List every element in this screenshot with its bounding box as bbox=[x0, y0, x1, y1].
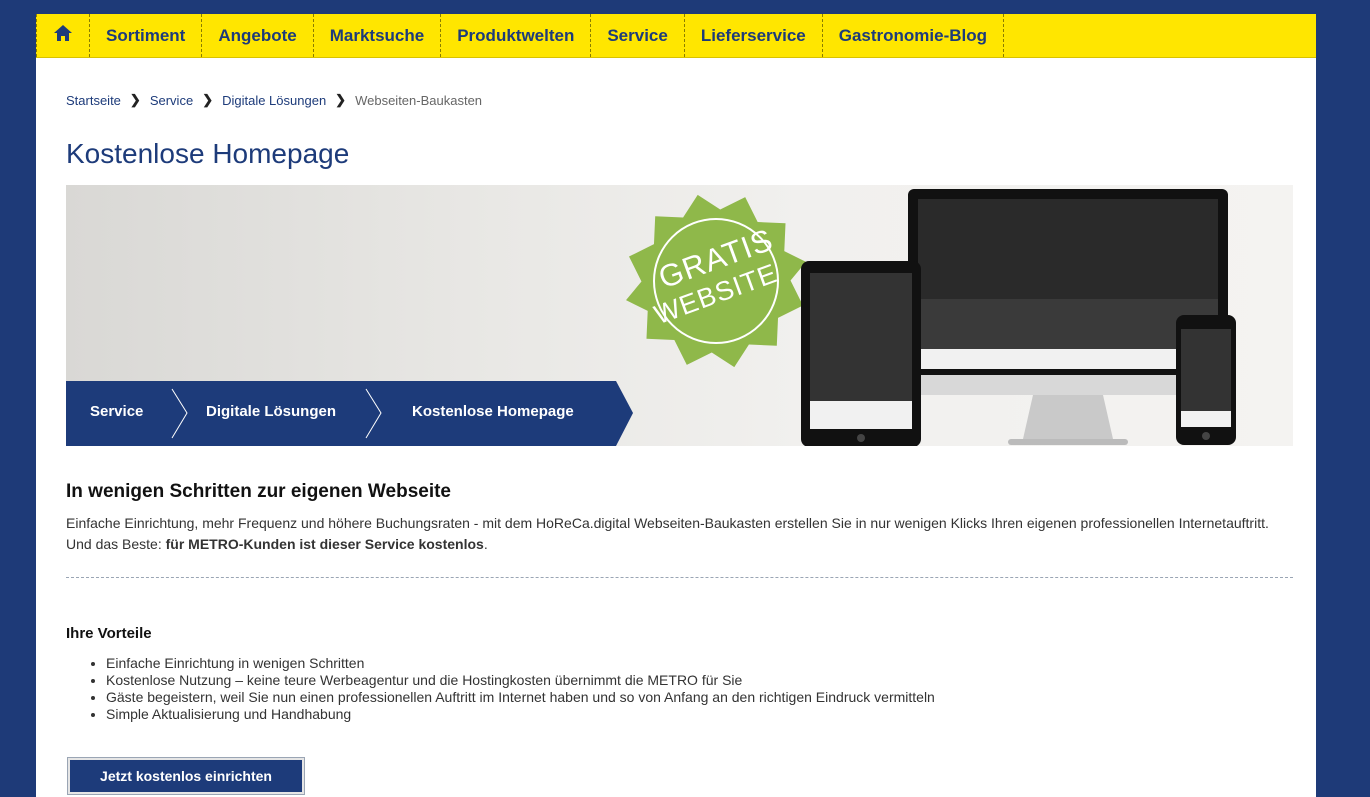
chevron-right-icon: ❯ bbox=[202, 92, 214, 107]
banner-breadcrumb: Service Digitale Lösungen Kostenlose Hom… bbox=[66, 381, 633, 446]
nav-item-sortiment[interactable]: Sortiment bbox=[90, 14, 203, 57]
breadcrumb-service[interactable]: Service bbox=[150, 93, 193, 108]
page: Sortiment Angebote Marktsuche Produktwel… bbox=[36, 14, 1316, 797]
banner-nav-service[interactable]: Service bbox=[90, 403, 143, 420]
tablet-image bbox=[801, 261, 921, 446]
nav-item-lieferservice[interactable]: Lieferservice bbox=[685, 14, 823, 57]
nav-home-button[interactable] bbox=[36, 14, 90, 57]
page-title: Kostenlose Homepage bbox=[66, 138, 350, 169]
benefit-item: Kostenlose Nutzung – keine teure Werbeag… bbox=[106, 672, 935, 689]
nav-item-gastronomie-blog[interactable]: Gastronomie-Blog bbox=[823, 14, 1005, 57]
banner-nav-kostenlose-homepage[interactable]: Kostenlose Homepage bbox=[412, 403, 574, 420]
setup-free-button[interactable]: Jetzt kostenlos einrichten bbox=[68, 758, 304, 794]
nav-item-marktsuche[interactable]: Marktsuche bbox=[314, 14, 442, 57]
chevron-right-icon: ❯ bbox=[335, 92, 347, 107]
banner-nav-digitale-loesungen[interactable]: Digitale Lösungen bbox=[206, 403, 336, 420]
benefit-item: Simple Aktualisierung und Handhabung bbox=[106, 706, 935, 723]
breadcrumb: Startseite ❯ Service ❯ Digitale Lösungen… bbox=[66, 92, 482, 108]
intro-highlight: für METRO-Kunden ist dieser Service kost… bbox=[165, 536, 484, 552]
intro-paragraph: Einfache Einrichtung, mehr Frequenz und … bbox=[66, 513, 1296, 555]
chevron-right-icon: ❯ bbox=[129, 92, 141, 107]
home-icon bbox=[53, 24, 73, 47]
nav-item-service[interactable]: Service bbox=[591, 14, 685, 57]
breadcrumb-digitale-loesungen[interactable]: Digitale Lösungen bbox=[222, 93, 326, 108]
section-heading: In wenigen Schritten zur eigenen Webseit… bbox=[66, 481, 452, 502]
hero-banner: Service Digitale Lösungen Kostenlose Hom… bbox=[66, 185, 1293, 446]
benefits-heading: Ihre Vorteile bbox=[66, 625, 152, 642]
smartphone-image bbox=[1176, 315, 1236, 446]
benefits-list: Einfache Einrichtung in wenigen Schritte… bbox=[86, 655, 935, 723]
main-navigation: Sortiment Angebote Marktsuche Produktwel… bbox=[36, 14, 1316, 58]
breadcrumb-startseite[interactable]: Startseite bbox=[66, 93, 121, 108]
intro-end: . bbox=[483, 536, 488, 552]
nav-item-angebote[interactable]: Angebote bbox=[202, 14, 314, 57]
breadcrumb-current: Webseiten-Baukasten bbox=[355, 92, 483, 108]
divider bbox=[66, 577, 1293, 578]
gratis-website-badge: GRATIS WEBSITE bbox=[626, 191, 806, 371]
nav-item-produktwelten[interactable]: Produktwelten bbox=[441, 14, 592, 57]
benefit-item: Einfache Einrichtung in wenigen Schritte… bbox=[106, 655, 935, 672]
benefit-item: Gäste begeistern, weil Sie nun einen pro… bbox=[106, 689, 935, 706]
